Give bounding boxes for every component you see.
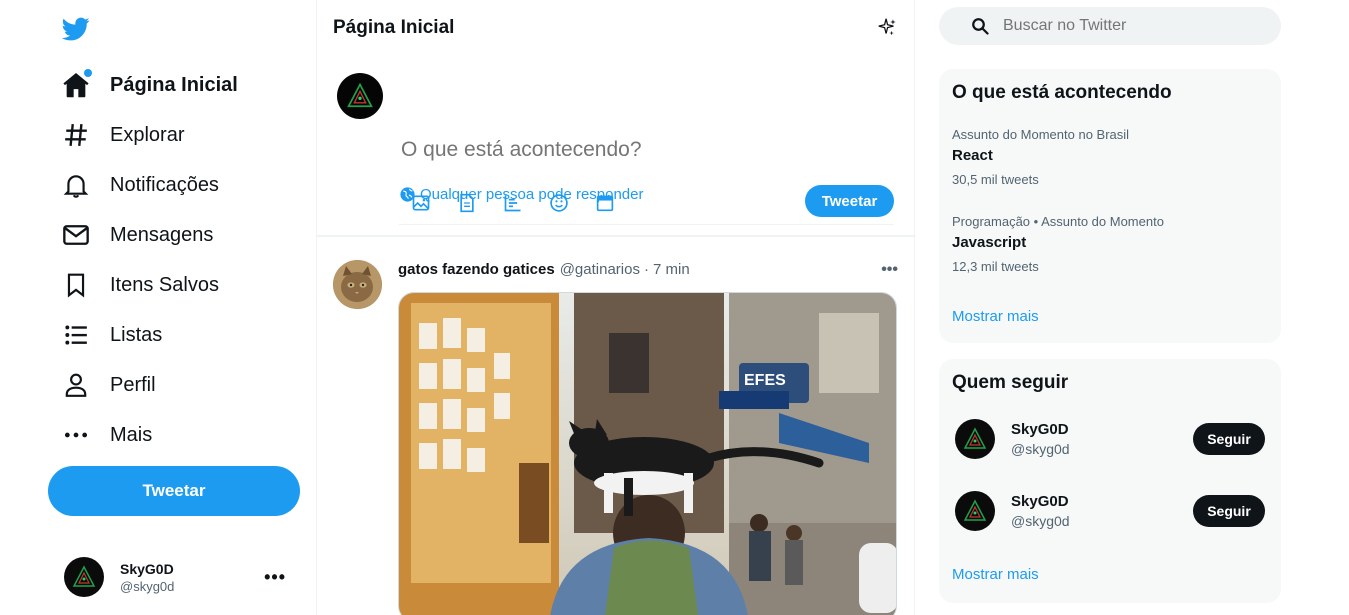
nav-item-home[interactable]: Página Inicial [60, 65, 238, 105]
notification-dot [84, 69, 92, 77]
tweet-card[interactable]: gatos fazendo gatices @gatinarios · 7 mi… [317, 236, 916, 615]
suggestion-handle: @skyg0d [1011, 513, 1070, 529]
bell-icon [60, 169, 92, 201]
trend-item[interactable]: Programação • Assunto do Momento Javascr… [952, 214, 1164, 274]
divider [399, 224, 894, 225]
nav-label-messages: Mensagens [110, 223, 214, 246]
search-icon [972, 18, 989, 35]
nav-label-explore: Explorar [110, 123, 185, 146]
more-options-icon[interactable]: ••• [881, 261, 898, 279]
nav-item-explore[interactable]: Explorar [60, 115, 184, 155]
svg-text:EFES: EFES [744, 372, 786, 389]
home-icon [60, 69, 92, 101]
image-icon[interactable] [410, 192, 432, 214]
search-box[interactable] [939, 7, 1281, 45]
trend-count: 12,3 mil tweets [952, 259, 1039, 274]
sparkle-icon[interactable] [876, 17, 898, 39]
who-to-follow-panel: Quem seguir SkyG0D @skyg0d Seguir SkyG0D… [939, 359, 1281, 603]
avatar [955, 419, 995, 459]
account-name: SkyG0D [120, 560, 174, 577]
author-name[interactable]: gatos fazendo gatices [398, 261, 555, 278]
more-options-icon[interactable]: ••• [264, 567, 286, 588]
nav-label-home: Página Inicial [110, 73, 238, 96]
gif-icon[interactable] [456, 192, 478, 214]
bookmark-icon [60, 269, 92, 301]
suggestion-name: SkyG0D [1011, 421, 1069, 438]
trend-count: 30,5 mil tweets [952, 172, 1039, 187]
trends-title: O que está acontecendo [952, 82, 1172, 103]
nav-item-more[interactable]: Mais [60, 415, 152, 455]
author-handle[interactable]: @gatinarios [560, 261, 640, 278]
nav-label-notifications: Notificações [110, 173, 219, 196]
avatar[interactable] [333, 260, 382, 309]
follow-button[interactable]: Seguir [1193, 495, 1265, 527]
account-switcher[interactable]: SkyG0D @skyg0d ••• [64, 557, 294, 597]
follow-button[interactable]: Seguir [1193, 423, 1265, 455]
trend-context: Assunto do Momento no Brasil [952, 127, 1130, 142]
trend-topic: React [952, 147, 993, 164]
avatar [955, 491, 995, 531]
tweet-image[interactable]: EFES [398, 292, 897, 615]
show-more-trends-link[interactable]: Mostrar mais [952, 308, 1039, 325]
tweet-button[interactable]: Tweetar [48, 466, 300, 516]
composer-toolbar [410, 192, 616, 214]
twitter-bird-icon[interactable] [61, 15, 91, 43]
main-timeline: Página Inicial Qualquer pessoa pode resp… [316, 0, 916, 615]
search-input[interactable] [1003, 17, 1263, 35]
tweet-time[interactable]: 7 min [653, 261, 690, 278]
page-title: Página Inicial [333, 17, 455, 38]
poll-icon[interactable] [502, 192, 524, 214]
list-icon [60, 319, 92, 351]
nav-label-more: Mais [110, 423, 153, 446]
emoji-icon[interactable] [548, 192, 570, 214]
nav-label-profile: Perfil [110, 373, 156, 396]
avatar [64, 557, 104, 597]
suggestion-handle: @skyg0d [1011, 441, 1070, 457]
tweet-header: gatos fazendo gatices @gatinarios · 7 mi… [398, 261, 690, 278]
nav-item-profile[interactable]: Perfil [60, 365, 156, 405]
more-icon [60, 419, 92, 451]
separator: · [643, 261, 649, 278]
trend-item[interactable]: Assunto do Momento no Brasil React 30,5 … [952, 127, 1129, 187]
follow-suggestion[interactable]: SkyG0D @skyg0d Seguir [955, 419, 1265, 459]
envelope-icon [60, 219, 92, 251]
follow-suggestion[interactable]: SkyG0D @skyg0d Seguir [955, 491, 1265, 531]
nav-label-lists: Listas [110, 323, 163, 346]
left-sidebar: Página Inicial Explorar Notificações Men… [0, 0, 317, 615]
user-icon [60, 369, 92, 401]
nav-item-bookmarks[interactable]: Itens Salvos [60, 265, 219, 305]
timeline-header: Página Inicial [317, 0, 914, 56]
who-to-follow-title: Quem seguir [952, 372, 1069, 393]
nav-item-messages[interactable]: Mensagens [60, 215, 213, 255]
avatar [337, 73, 383, 119]
trends-panel: O que está acontecendo Assunto do Moment… [939, 69, 1281, 343]
hashtag-icon [60, 119, 92, 151]
compose-tweet-button[interactable]: Tweetar [805, 185, 894, 217]
trend-topic: Javascript [952, 234, 1027, 251]
nav-label-bookmarks: Itens Salvos [110, 273, 219, 296]
suggestion-name: SkyG0D [1011, 493, 1069, 510]
nav-item-lists[interactable]: Listas [60, 315, 162, 355]
show-more-follow-link[interactable]: Mostrar mais [952, 566, 1039, 583]
schedule-icon[interactable] [594, 192, 616, 214]
compose-input[interactable] [401, 138, 891, 162]
nav-item-notifications[interactable]: Notificações [60, 165, 219, 205]
account-handle: @skyg0d [120, 578, 175, 594]
trend-context: Programação • Assunto do Momento [952, 214, 1164, 229]
